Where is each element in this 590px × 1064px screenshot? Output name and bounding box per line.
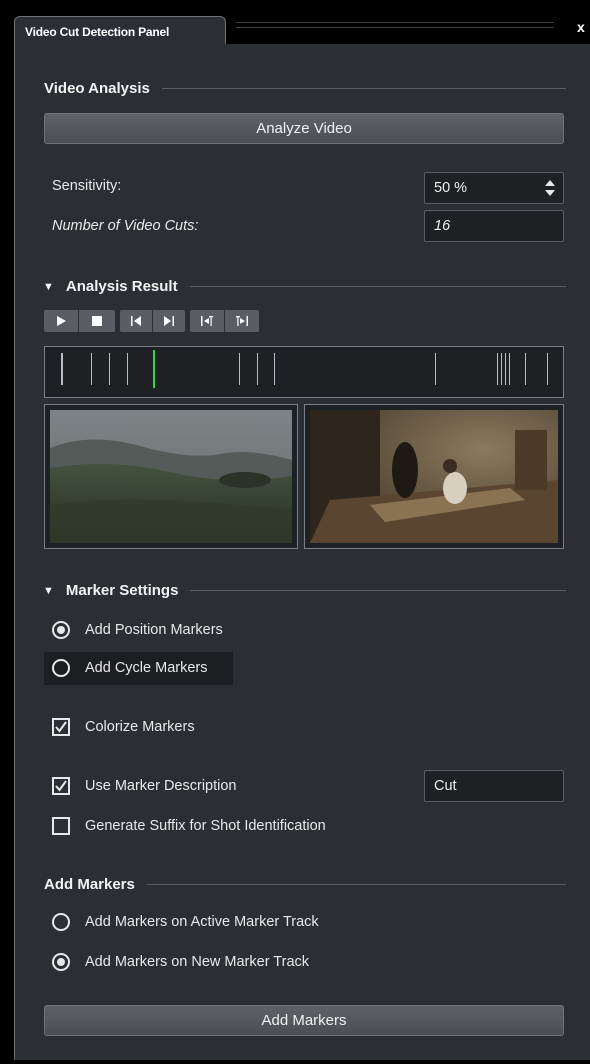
new-marker-track-radio[interactable]	[52, 953, 70, 971]
generate-suffix-label[interactable]: Generate Suffix for Shot Identification	[85, 818, 326, 834]
interior-frame-image	[310, 410, 558, 543]
divider	[146, 884, 566, 885]
thumbnail-interior	[304, 404, 564, 549]
close-icon[interactable]: x	[577, 19, 585, 35]
add-position-markers-label[interactable]: Add Position Markers	[85, 622, 223, 638]
locate-end-button[interactable]	[225, 310, 259, 332]
use-marker-description-label[interactable]: Use Marker Description	[85, 778, 237, 794]
add-cycle-markers-radio[interactable]	[52, 659, 70, 677]
cut-tick[interactable]	[524, 353, 526, 385]
cut-overview-strip[interactable]	[44, 346, 564, 398]
colorize-markers-label[interactable]: Colorize Markers	[85, 719, 195, 735]
section-video-analysis: Video Analysis	[44, 80, 566, 97]
stop-button[interactable]	[79, 310, 115, 332]
section-analysis-result[interactable]: ▼ Analysis Result	[43, 278, 566, 295]
section-title: Add Markers	[44, 876, 135, 893]
current-cut-tick[interactable]	[153, 350, 156, 388]
tab-video-cut-detection[interactable]: Video Cut Detection Panel	[14, 16, 226, 46]
locate-start-icon	[201, 316, 213, 326]
video-cuts-field: 16	[424, 210, 564, 242]
cut-tick[interactable]	[273, 353, 275, 385]
analyze-video-button[interactable]: Analyze Video	[44, 113, 564, 144]
transport-controls	[44, 310, 259, 332]
stop-icon	[92, 316, 102, 326]
cut-tick[interactable]	[504, 353, 506, 385]
cut-tick[interactable]	[547, 353, 549, 385]
add-position-markers-radio[interactable]	[52, 621, 70, 639]
add-cycle-markers-label[interactable]: Add Cycle Markers	[85, 660, 207, 676]
marker-description-input[interactable]: Cut	[424, 770, 564, 802]
generate-suffix-checkbox[interactable]	[52, 817, 70, 835]
locate-end-icon	[236, 316, 248, 326]
new-marker-track-label[interactable]: Add Markers on New Marker Track	[85, 954, 309, 970]
section-title: Marker Settings	[65, 582, 179, 599]
divider	[161, 88, 566, 89]
video-cuts-label: Number of Video Cuts:	[52, 218, 199, 234]
locate-start-button[interactable]	[190, 310, 224, 332]
cut-tick[interactable]	[60, 353, 63, 385]
sensitivity-value: 50 %	[434, 180, 468, 196]
cut-tick[interactable]	[256, 353, 258, 385]
play-icon	[57, 316, 66, 326]
checkmark-icon	[55, 780, 67, 792]
section-add-markers: Add Markers	[44, 876, 566, 893]
cut-tick[interactable]	[127, 353, 129, 385]
tab-bar: Video Cut Detection Panel x	[0, 0, 590, 46]
checkmark-icon	[55, 721, 67, 733]
cut-tick[interactable]	[90, 353, 92, 385]
colorize-markers-checkbox[interactable]	[52, 718, 70, 736]
section-title: Video Analysis	[44, 80, 150, 97]
tab-bar-grip	[236, 22, 554, 34]
next-cut-button[interactable]	[153, 310, 185, 332]
divider	[189, 286, 566, 287]
cut-tick[interactable]	[238, 353, 240, 385]
add-markers-button[interactable]: Add Markers	[44, 1005, 564, 1036]
play-button[interactable]	[44, 310, 78, 332]
cut-tick[interactable]	[500, 353, 502, 385]
previous-cut-icon	[131, 316, 141, 326]
previous-cut-button[interactable]	[120, 310, 152, 332]
sensitivity-stepper[interactable]: 50 %	[424, 172, 564, 204]
active-marker-track-label[interactable]: Add Markers on Active Marker Track	[85, 914, 319, 930]
collapse-triangle-icon[interactable]: ▼	[43, 281, 54, 293]
landscape-frame-image	[50, 410, 292, 543]
collapse-triangle-icon[interactable]: ▼	[43, 585, 54, 597]
section-marker-settings[interactable]: ▼ Marker Settings	[43, 582, 566, 599]
cut-tick[interactable]	[109, 353, 111, 385]
sensitivity-label: Sensitivity:	[52, 178, 122, 194]
next-cut-icon	[164, 316, 174, 326]
use-marker-description-checkbox[interactable]	[52, 777, 70, 795]
section-title: Analysis Result	[65, 278, 178, 295]
cut-tick[interactable]	[434, 353, 436, 385]
cut-tick[interactable]	[497, 353, 499, 385]
active-marker-track-radio[interactable]	[52, 913, 70, 931]
divider	[190, 590, 566, 591]
thumbnail-landscape	[44, 404, 298, 549]
cut-tick[interactable]	[508, 353, 510, 385]
spin-arrows-icon[interactable]	[545, 179, 555, 197]
